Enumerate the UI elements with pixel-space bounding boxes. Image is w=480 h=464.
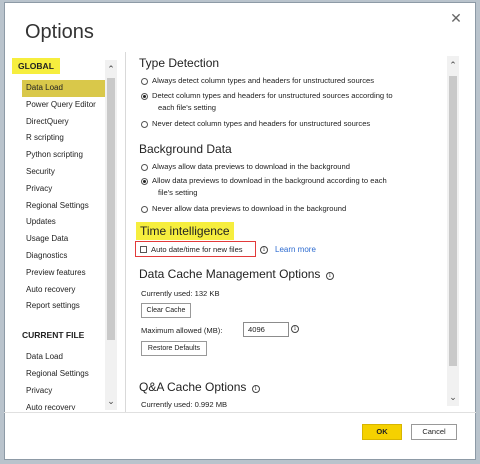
close-icon[interactable]: ✕	[447, 9, 465, 27]
chevron-down-icon[interactable]: ⌄	[105, 394, 117, 408]
chevron-up-icon[interactable]: ⌃	[447, 58, 459, 72]
type-detection-option-per-file[interactable]: Detect column types and headers for unst…	[141, 91, 393, 114]
pane-divider	[125, 52, 126, 412]
nav-section-global: GLOBAL	[12, 58, 60, 74]
chevron-down-icon[interactable]: ⌄	[447, 390, 459, 404]
radio-button[interactable]	[141, 206, 148, 213]
info-icon[interactable]: i	[260, 246, 268, 254]
nav-scrollbar[interactable]: ⌃ ⌄	[105, 60, 117, 410]
radio-button[interactable]	[141, 78, 148, 85]
radio-button-selected[interactable]	[141, 93, 148, 100]
ok-button[interactable]: OK	[362, 424, 402, 440]
radio-label: Detect column types and headers for unst…	[152, 91, 393, 112]
nav-item-data-load[interactable]: Data Load	[22, 80, 114, 97]
info-icon[interactable]: i	[291, 325, 299, 333]
qa-cache-currently-used: Currently used: 0.992 MB	[141, 400, 228, 409]
auto-date-time-checkbox[interactable]	[140, 245, 147, 253]
type-detection-option-never[interactable]: Never detect column types and headers fo…	[141, 119, 371, 130]
time-intelligence-heading: Time intelligence	[136, 222, 234, 240]
data-cache-currently-used: Currently used: 132 KB	[141, 289, 220, 298]
radio-button[interactable]	[141, 164, 148, 171]
dialog-title: Options	[25, 21, 94, 43]
radio-label: Never detect column types and headers fo…	[152, 119, 371, 128]
learn-more-link[interactable]: Learn more	[275, 245, 316, 254]
background-data-option-per-file[interactable]: Allow data previews to download in the b…	[141, 176, 387, 199]
auto-date-time-label: Auto date/time for new files	[151, 244, 243, 254]
type-detection-option-always[interactable]: Always detect column types and headers f…	[141, 76, 375, 87]
background-data-option-never[interactable]: Never allow data previews to download in…	[141, 204, 347, 215]
background-data-option-always[interactable]: Always allow data previews to download i…	[141, 162, 350, 173]
settings-scrollbar[interactable]: ⌃ ⌄	[447, 56, 459, 406]
max-allowed-label: Maximum allowed (MB):	[141, 326, 223, 335]
nav-scrollbar-thumb[interactable]	[107, 78, 115, 340]
footer-divider	[4, 412, 476, 413]
radio-label: Never allow data previews to download in…	[152, 204, 347, 213]
radio-button[interactable]	[141, 121, 148, 128]
radio-button-selected[interactable]	[141, 178, 148, 185]
max-allowed-input[interactable]: 4096	[243, 322, 289, 337]
settings-scrollbar-thumb[interactable]	[449, 76, 457, 366]
radio-label: Always detect column types and headers f…	[152, 76, 375, 85]
cancel-button[interactable]: Cancel	[411, 424, 457, 440]
qa-cache-heading: Q&A Cache Options i	[139, 380, 260, 394]
info-icon[interactable]: i	[325, 272, 334, 280]
chevron-up-icon[interactable]: ⌃	[105, 62, 117, 76]
radio-label: Allow data previews to download in the b…	[152, 176, 387, 197]
radio-label: Always allow data previews to download i…	[152, 162, 350, 171]
nav-section-current-file: CURRENT FILE	[22, 330, 85, 341]
info-icon[interactable]: i	[251, 385, 260, 393]
settings-pane: Type Detection Always detect column type…	[135, 52, 443, 412]
clear-cache-button[interactable]: Clear Cache	[141, 303, 191, 318]
data-cache-heading: Data Cache Management Options i	[139, 267, 334, 281]
type-detection-heading: Type Detection	[139, 56, 220, 70]
window-backdrop: Options ✕ GLOBAL Data Load Power Query E…	[0, 0, 480, 464]
auto-date-time-checkbox-row[interactable]: Auto date/time for new files	[135, 241, 256, 257]
restore-defaults-button[interactable]: Restore Defaults	[141, 341, 207, 356]
background-data-heading: Background Data	[139, 142, 232, 156]
